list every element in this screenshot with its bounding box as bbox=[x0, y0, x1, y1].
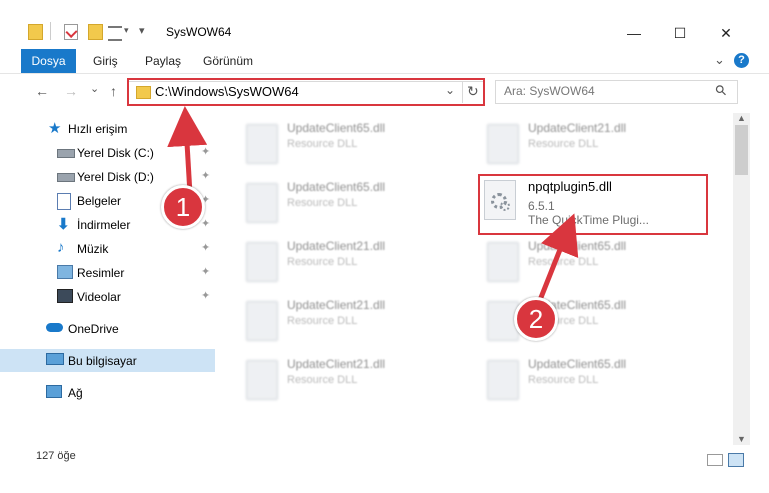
arrow-to-address-bar bbox=[167, 106, 208, 195]
callout-badge-1: 1 bbox=[161, 185, 205, 229]
callout-badge-2: 2 bbox=[514, 297, 558, 341]
callout-arrows bbox=[167, 106, 579, 301]
arrow-to-file bbox=[537, 213, 579, 301]
